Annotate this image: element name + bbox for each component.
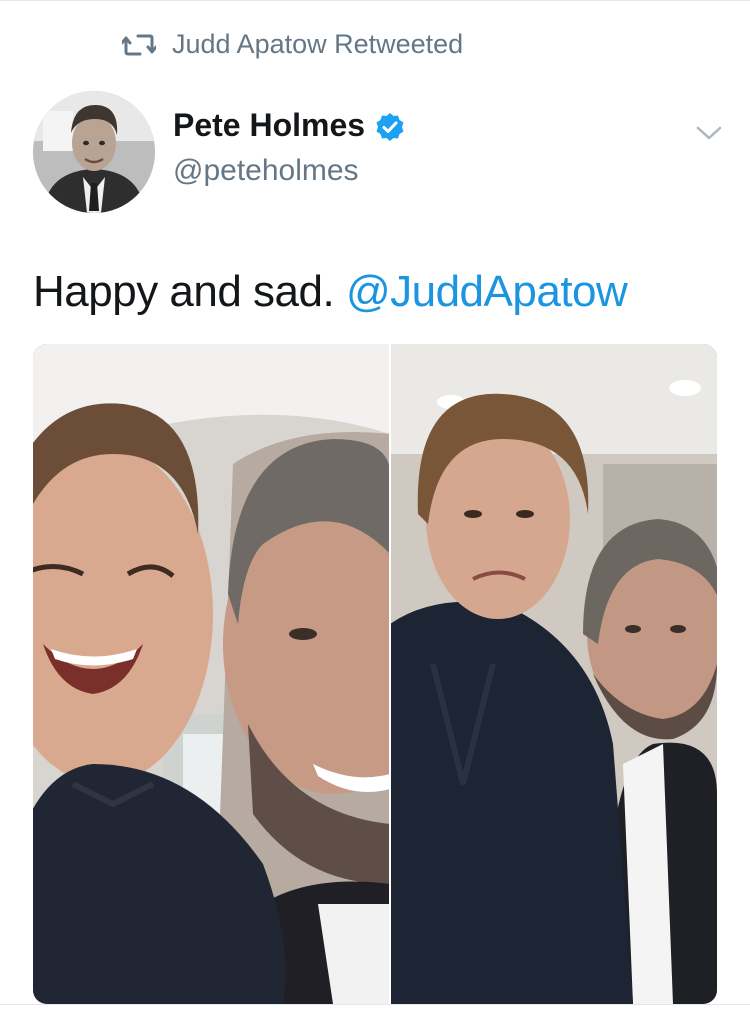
user-handle[interactable]: @peteholmes bbox=[173, 154, 405, 188]
tweet-photo[interactable] bbox=[33, 344, 717, 1004]
verified-badge-icon bbox=[376, 112, 404, 141]
photo-collage bbox=[33, 344, 717, 1004]
divider bbox=[0, 1004, 750, 1005]
retweet-icon bbox=[122, 34, 156, 55]
tweet-body: Happy and sad. bbox=[33, 267, 335, 316]
author-block[interactable]: Pete Holmes @peteholmes bbox=[173, 107, 405, 188]
retweet-context[interactable]: Judd Apatow Retweeted bbox=[122, 29, 463, 60]
avatar-image bbox=[33, 91, 155, 213]
tweet-text: Happy and sad. @JuddApatow bbox=[33, 267, 628, 317]
avatar[interactable] bbox=[33, 91, 155, 213]
mention-link[interactable]: @JuddApatow bbox=[346, 267, 628, 316]
tweet-card[interactable]: Judd Apatow Retweeted Pete Holmes @peteh… bbox=[0, 0, 750, 1016]
retweet-label: Judd Apatow Retweeted bbox=[172, 29, 464, 59]
display-name[interactable]: Pete Holmes bbox=[173, 107, 365, 144]
chevron-down-icon[interactable] bbox=[694, 121, 724, 145]
